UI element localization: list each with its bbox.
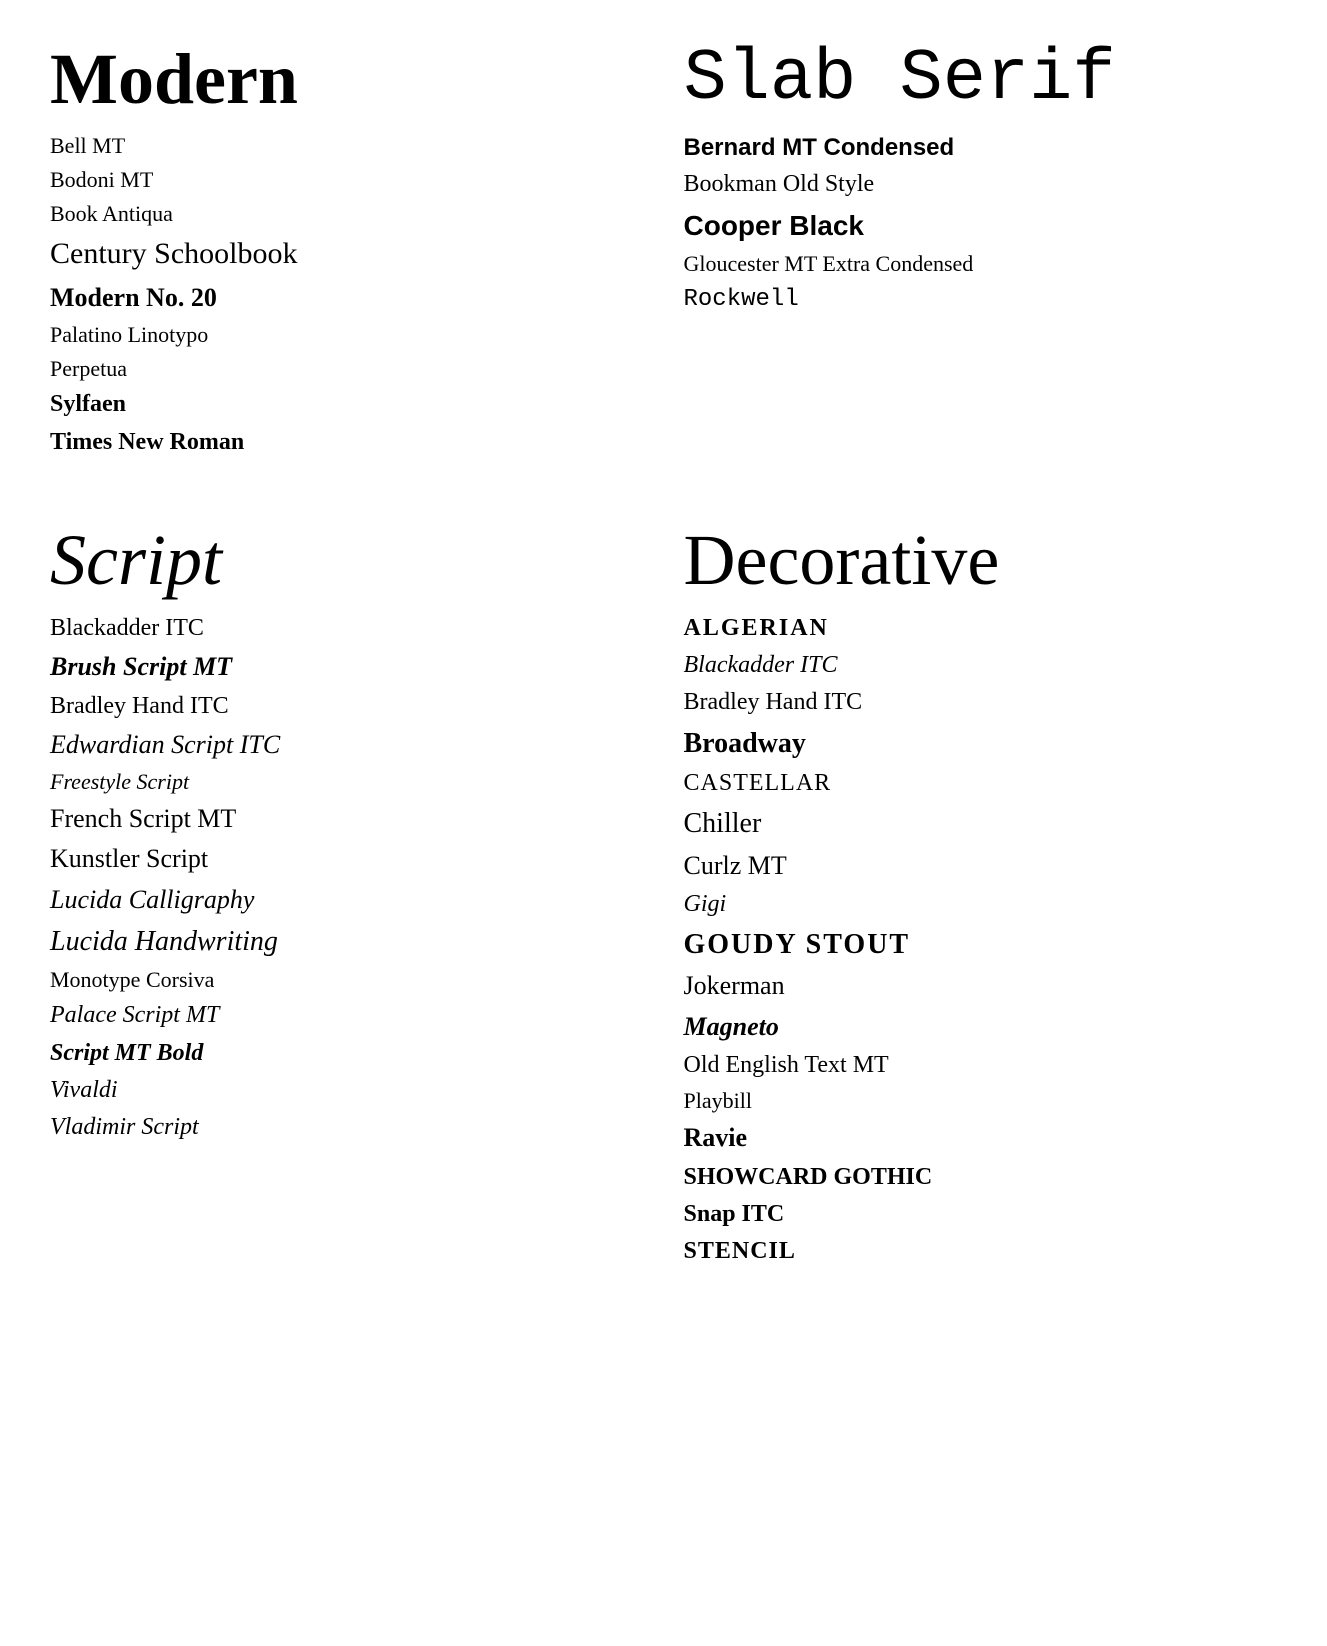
- list-item: Ravie: [684, 1118, 1278, 1158]
- script-font-list: Blackadder ITC Brush Script MT Bradley H…: [50, 610, 644, 1146]
- list-item: Vivaldi: [50, 1072, 644, 1109]
- list-item: Lucida Handwriting: [50, 920, 644, 963]
- list-item: Rockwell: [684, 281, 1278, 318]
- list-item: Bookman Old Style: [684, 166, 1278, 203]
- list-item: Lucida Calligraphy: [50, 880, 644, 920]
- list-item: ALGERIAN: [684, 610, 1278, 647]
- page-grid: Modern Bell MT Bodoni MT Book Antiqua Ce…: [0, 0, 1327, 1330]
- list-item: Broadway: [684, 722, 1278, 765]
- list-item: Edwardian Script ITC: [50, 725, 644, 765]
- list-item: Script MT Bold: [50, 1035, 644, 1072]
- list-item: French Script MT: [50, 799, 644, 839]
- list-item: Bernard MT Condensed: [684, 129, 1278, 166]
- list-item: Bell MT: [50, 129, 644, 163]
- script-title: Script: [50, 521, 644, 600]
- slab-serif-section: Slab Serif Bernard MT Condensed Bookman …: [664, 20, 1298, 501]
- modern-section: Modern Bell MT Bodoni MT Book Antiqua Ce…: [30, 20, 664, 501]
- list-item: Brush Script MT: [50, 647, 644, 687]
- list-item: Chiller: [684, 802, 1278, 845]
- list-item: Jokerman: [684, 966, 1278, 1006]
- list-item: Gigi: [684, 886, 1278, 923]
- modern-font-list: Bell MT Bodoni MT Book Antiqua Century S…: [50, 129, 644, 461]
- list-item: Monotype Corsiva: [50, 963, 644, 997]
- list-item: Old English Text MT: [684, 1047, 1278, 1084]
- list-item: Kunstler Script: [50, 839, 644, 879]
- list-item: Bodoni MT: [50, 163, 644, 197]
- list-item: Vladimir Script: [50, 1109, 644, 1146]
- list-item: Freestyle Script: [50, 765, 644, 799]
- list-item: Book Antiqua: [50, 197, 644, 231]
- list-item: Blackadder ITC: [684, 647, 1278, 684]
- list-item: Sylfaen: [50, 386, 644, 423]
- list-item: Cooper Black: [684, 204, 1278, 247]
- list-item: CASTELLAR: [684, 765, 1278, 802]
- list-item: SHOWCARD GOTHIC: [684, 1159, 1278, 1196]
- list-item: Perpetua: [50, 352, 644, 386]
- list-item: Snap ITC: [684, 1196, 1278, 1233]
- list-item: Bradley Hand ITC: [684, 684, 1278, 721]
- list-item: Modern No. 20: [50, 278, 644, 318]
- list-item: Times New Roman: [50, 424, 644, 461]
- list-item: Century Schoolbook: [50, 231, 644, 278]
- list-item: GOUDY STOUT: [684, 923, 1278, 966]
- decorative-section: Decorative ALGERIAN Blackadder ITC Bradl…: [664, 501, 1298, 1310]
- modern-title: Modern: [50, 40, 644, 119]
- list-item: Gloucester MT Extra Condensed: [684, 247, 1278, 281]
- decorative-title: Decorative: [684, 521, 1278, 600]
- slab-serif-title: Slab Serif: [684, 40, 1278, 119]
- list-item: Palatino Linotypo: [50, 318, 644, 352]
- list-item: Blackadder ITC: [50, 610, 644, 647]
- list-item: Playbill: [684, 1084, 1278, 1118]
- list-item: STENCIL: [684, 1233, 1278, 1270]
- list-item: Palace Script MT: [50, 997, 644, 1034]
- list-item: Bradley Hand ITC: [50, 688, 644, 725]
- decorative-font-list: ALGERIAN Blackadder ITC Bradley Hand ITC…: [684, 610, 1278, 1270]
- list-item: Magneto: [684, 1007, 1278, 1047]
- script-section: Script Blackadder ITC Brush Script MT Br…: [30, 501, 664, 1310]
- slab-serif-font-list: Bernard MT Condensed Bookman Old Style C…: [684, 129, 1278, 318]
- list-item: Curlz MT: [684, 846, 1278, 886]
